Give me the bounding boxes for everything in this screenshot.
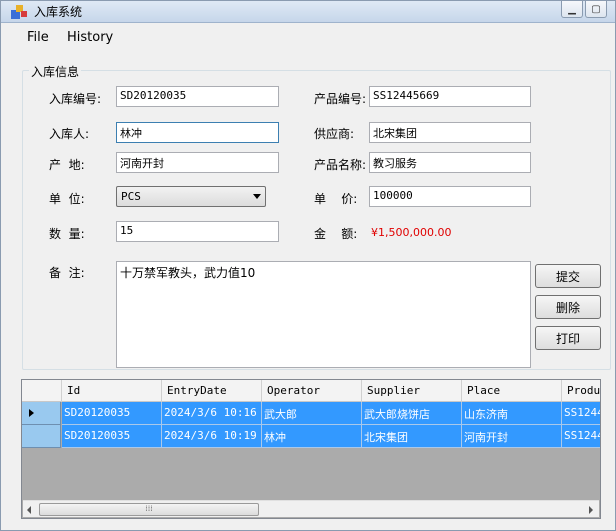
window-title: 入库系统 [34,5,83,19]
supplier-field[interactable]: 北宋集团 [369,122,531,143]
unit-price-field[interactable]: 100000 [369,186,531,207]
cell-place[interactable]: 山东济南 [462,402,562,425]
amount-label: 金 额: [314,227,358,241]
cell-operator[interactable]: 林冲 [262,425,362,448]
unit-selected-value: PCS [121,190,141,203]
supplier-label: 供应商: [314,127,355,141]
cell-id[interactable]: SD20120035 [62,402,162,425]
remarks-textarea[interactable]: 十万禁军教头，武力值10 [116,261,531,368]
entry-no-field[interactable]: SD20120035 [116,86,279,107]
cell-place[interactable]: 河南开封 [462,425,562,448]
minimize-icon: ▁ [568,3,576,15]
scroll-right-icon[interactable] [589,506,593,514]
window-controls: ▁ ▢ [559,1,607,19]
history-grid[interactable]: Id EntryDate Operator Supplier Place Pro… [21,379,601,519]
cell-product[interactable]: SS1244 [562,402,600,425]
cell-entrydate[interactable]: 2024/3/6 10:19 [162,425,262,448]
delete-button[interactable]: 删除 [535,295,601,319]
origin-field[interactable]: 河南开封 [116,152,279,173]
group-title: 入库信息 [29,63,82,80]
product-name-field[interactable]: 教习服务 [369,152,531,173]
product-no-label: 产品编号: [314,92,367,106]
row-header[interactable] [22,402,61,425]
current-row-arrow-icon [29,409,34,417]
main-window: 入库系统 ▁ ▢ File History 入库信息 入库编号: SD20120… [0,0,616,531]
col-header-place[interactable]: Place [462,380,562,402]
print-button[interactable]: 打印 [535,326,601,350]
submit-button[interactable]: 提交 [535,264,601,288]
operator-label: 入库人: [49,127,90,141]
product-no-field[interactable]: SS12445669 [369,86,531,107]
col-header-operator[interactable]: Operator [262,380,362,402]
maximize-icon: ▢ [591,3,601,15]
origin-label: 产 地: [49,158,85,172]
amount-value: ¥1,500,000.00 [371,226,452,239]
menu-file[interactable]: File [27,30,49,45]
chevron-down-icon [253,194,261,199]
table-row[interactable]: SD20120035 2024/3/6 10:16 武大郎 武大郎烧饼店 山东济… [22,402,600,425]
cell-supplier[interactable]: 北宋集团 [362,425,462,448]
col-header-id[interactable]: Id [62,380,162,402]
horizontal-scrollbar[interactable]: ⁞⁞⁞ [23,500,599,517]
cell-supplier[interactable]: 武大郎烧饼店 [362,402,462,425]
entry-no-label: 入库编号: [49,92,102,106]
cell-operator[interactable]: 武大郎 [262,402,362,425]
cell-product[interactable]: SS1244 [562,425,600,448]
quantity-label: 数 量: [49,227,85,241]
quantity-field[interactable]: 15 [116,221,279,242]
remarks-label: 备 注: [49,266,85,280]
cell-entrydate[interactable]: 2024/3/6 10:16 [162,402,262,425]
maximize-button[interactable]: ▢ [585,1,607,18]
menu-bar: File History [1,23,615,53]
col-header-product[interactable]: Produ [562,380,600,402]
minimize-button[interactable]: ▁ [561,1,583,18]
scrollbar-thumb[interactable]: ⁞⁞⁞ [39,503,259,516]
unit-select[interactable]: PCS [116,186,266,207]
title-bar[interactable]: 入库系统 ▁ ▢ [1,1,615,23]
unit-label: 单 位: [49,192,85,206]
app-window-icon [11,5,27,19]
row-header[interactable] [22,425,61,448]
unit-price-label: 单 价: [314,192,358,206]
menu-history[interactable]: History [67,30,113,45]
scroll-left-icon[interactable] [27,506,31,514]
col-header-supplier[interactable]: Supplier [362,380,462,402]
grid-corner-cell[interactable] [22,380,62,402]
col-header-entrydate[interactable]: EntryDate [162,380,262,402]
grid-header: Id EntryDate Operator Supplier Place Pro… [22,380,600,402]
table-row[interactable]: SD20120035 2024/3/6 10:19 林冲 北宋集团 河南开封 S… [22,425,600,448]
cell-id[interactable]: SD20120035 [62,425,162,448]
operator-field[interactable]: 林冲 [116,122,279,143]
product-name-label: 产品名称: [314,158,367,172]
